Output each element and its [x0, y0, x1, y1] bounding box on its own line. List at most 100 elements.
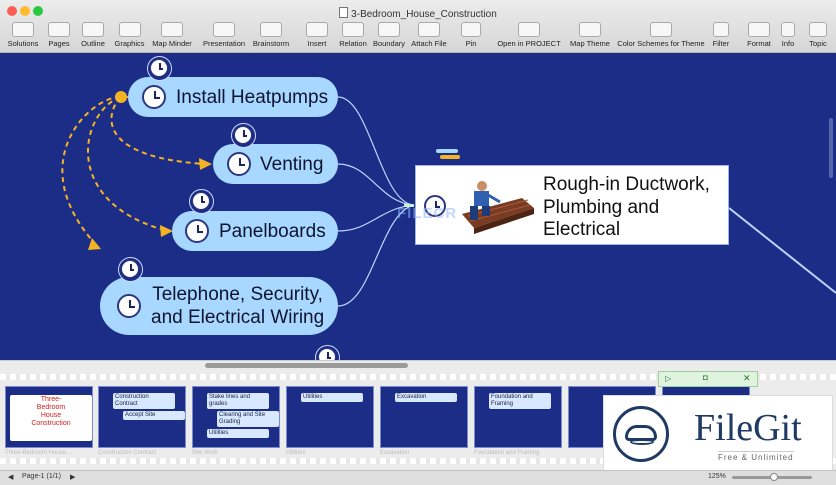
status-bar: ◀ Page-1 (1/1) ▶ 125%	[0, 470, 836, 485]
toolbar-label: Filter	[712, 39, 730, 48]
page-thumbnail[interactable]: Stake lines and grades Clearing and Site …	[192, 386, 280, 448]
task-badge[interactable]	[189, 189, 214, 214]
relation-icon	[342, 22, 364, 37]
topic-label: Install Heatpumps	[176, 86, 329, 108]
toolbar-button-brainstorm[interactable]: Brainstorm	[250, 20, 292, 50]
pages-icon	[48, 22, 70, 37]
toolbar-label: Solutions	[7, 39, 39, 48]
topic-install-heatpumps[interactable]: Install Heatpumps	[128, 77, 338, 117]
task-info-icon[interactable]	[434, 148, 462, 162]
cloud-logo-icon	[613, 406, 669, 462]
main-topic-label: Rough-in Ductwork, Plumbing and Electric…	[543, 174, 710, 240]
filegit-logo: FileGit Free & Unlimited	[603, 395, 833, 472]
main-topic[interactable]: Rough-in Ductwork, Plumbing and Electric…	[415, 165, 729, 245]
toolbar-button-map-theme[interactable]: Map Theme	[568, 20, 612, 50]
toolbar-button-open-in-project[interactable]: Open in PROJECT	[495, 20, 563, 50]
toolbar-label: Graphics	[114, 39, 145, 48]
toolbar-button-relation[interactable]: Relation	[337, 20, 369, 50]
clock-icon	[234, 126, 252, 144]
toolbar-label: Open in PROJECT	[497, 39, 561, 48]
next-page-icon[interactable]: ▶	[70, 473, 75, 481]
toolbar-button-pages[interactable]: Pages	[44, 20, 74, 50]
thumbnail-caption: Excavation	[380, 450, 410, 456]
document-icon	[339, 7, 349, 18]
toolbar-label: Pin	[465, 39, 477, 48]
thumbnail-topic-card: Construction Contract	[113, 393, 175, 409]
thumbnail-topic-card: Clearing and Site Grading	[217, 411, 279, 427]
toolbar-button-presentation[interactable]: Presentation	[200, 20, 248, 50]
solutions-icon	[12, 22, 34, 37]
filter-icon	[713, 22, 729, 37]
topic-panelboards[interactable]: Panelboards	[172, 211, 338, 251]
page-thumbnail[interactable]: Utilities	[286, 386, 374, 448]
info-icon	[781, 22, 795, 37]
thumbnail-topic-card: Stake lines and grades	[207, 393, 269, 409]
toolbar-label: Insert	[307, 39, 327, 48]
toolbar-button-filter[interactable]: Filter	[710, 20, 732, 50]
page-thumbnail[interactable]: Foundation and Framing	[474, 386, 562, 448]
toolbar-button-attach-file[interactable]: Attach File	[410, 20, 448, 50]
toolbar-button-solutions[interactable]: Solutions	[4, 20, 42, 50]
thumbnail-caption: Three-Bedroom House...	[5, 450, 72, 456]
play-icon[interactable]: ▷	[665, 374, 671, 383]
page-thumbnail[interactable]: Three- Bedroom House Construction	[5, 386, 93, 448]
mind-map-canvas[interactable]: Install Heatpumps Venting Panelboards Te…	[0, 53, 836, 361]
toolbar-label: Brainstorm	[252, 39, 290, 48]
toolbar-button-topic[interactable]: Topic	[806, 20, 830, 50]
thumbnail-title-card: Three- Bedroom House Construction	[10, 395, 92, 441]
zoom-level[interactable]: 125%	[708, 473, 726, 480]
clock-icon	[227, 152, 251, 176]
clock-icon	[192, 192, 210, 210]
previous-page-icon[interactable]: ◀	[8, 473, 13, 481]
horizontal-scrollbar-thumb[interactable]	[205, 363, 408, 368]
insert-icon	[306, 22, 328, 37]
toolbar-label: Attach File	[411, 39, 447, 48]
toolbar-button-pin[interactable]: Pin	[458, 20, 484, 50]
topic-icon	[809, 22, 827, 37]
toolbar-label: Map Minder	[152, 39, 192, 48]
task-badge[interactable]	[147, 56, 172, 81]
toolbar-label: Map Theme	[570, 39, 610, 48]
thumbnail-topic-card: Utilities	[207, 429, 269, 438]
toolbar-button-boundary[interactable]: Boundary	[372, 20, 406, 50]
worker-installing-duct-image	[462, 181, 534, 234]
page-indicator: Page-1 (1/1)	[22, 473, 61, 480]
color-schemes-icon	[650, 22, 672, 37]
vertical-scrollbar[interactable]	[829, 118, 833, 178]
thumbnail-topic-card: Utilities	[301, 393, 363, 402]
window-title: 3-Bedroom_House_Construction	[0, 7, 836, 20]
topic-venting[interactable]: Venting	[213, 144, 338, 184]
toolbar-button-info[interactable]: Info	[778, 20, 798, 50]
close-icon[interactable]: ✕	[743, 373, 751, 384]
page-thumbnail[interactable]: Construction Contract Accept Site	[98, 386, 186, 448]
presentation-icon	[213, 22, 235, 37]
thumbnail-caption: Utilities	[286, 450, 306, 456]
attach-file-icon	[418, 22, 440, 37]
map-theme-icon	[579, 22, 601, 37]
thumbnail-caption: Site Work	[192, 450, 218, 456]
zoom-slider-knob[interactable]	[770, 473, 778, 481]
toolbar-button-map-minder[interactable]: Map Minder	[150, 20, 194, 50]
toolbar-button-format[interactable]: Format	[744, 20, 774, 50]
branch-line	[728, 207, 836, 294]
toolbar-button-insert[interactable]: Insert	[302, 20, 332, 50]
toolbar-label: Outline	[81, 39, 105, 48]
toolbar-button-graphics[interactable]: Graphics	[113, 20, 146, 50]
task-badge[interactable]	[231, 123, 256, 148]
format-icon	[748, 22, 770, 37]
thumbnail-caption: Foundation and Framing	[474, 450, 540, 456]
relation-arrowhead	[199, 158, 212, 170]
brainstorm-icon	[260, 22, 282, 37]
task-badge[interactable]	[118, 257, 143, 282]
relation-line	[61, 96, 121, 248]
page-thumbnail[interactable]: Excavation	[380, 386, 468, 448]
branch-line	[337, 163, 415, 206]
toolbar-label: Relation	[339, 39, 367, 48]
thumbnail-topic-card: Foundation and Framing	[489, 393, 551, 409]
camera-icon[interactable]: ◘	[703, 373, 708, 382]
topic-telephone-security-wiring[interactable]: Telephone, Security, and Electrical Wiri…	[100, 277, 338, 335]
toolbar-button-color-schemes-for-theme[interactable]: Color Schemes for Theme	[614, 20, 708, 50]
toolbar-label: Info	[781, 39, 795, 48]
outline-icon	[82, 22, 104, 37]
toolbar-button-outline[interactable]: Outline	[75, 20, 111, 50]
